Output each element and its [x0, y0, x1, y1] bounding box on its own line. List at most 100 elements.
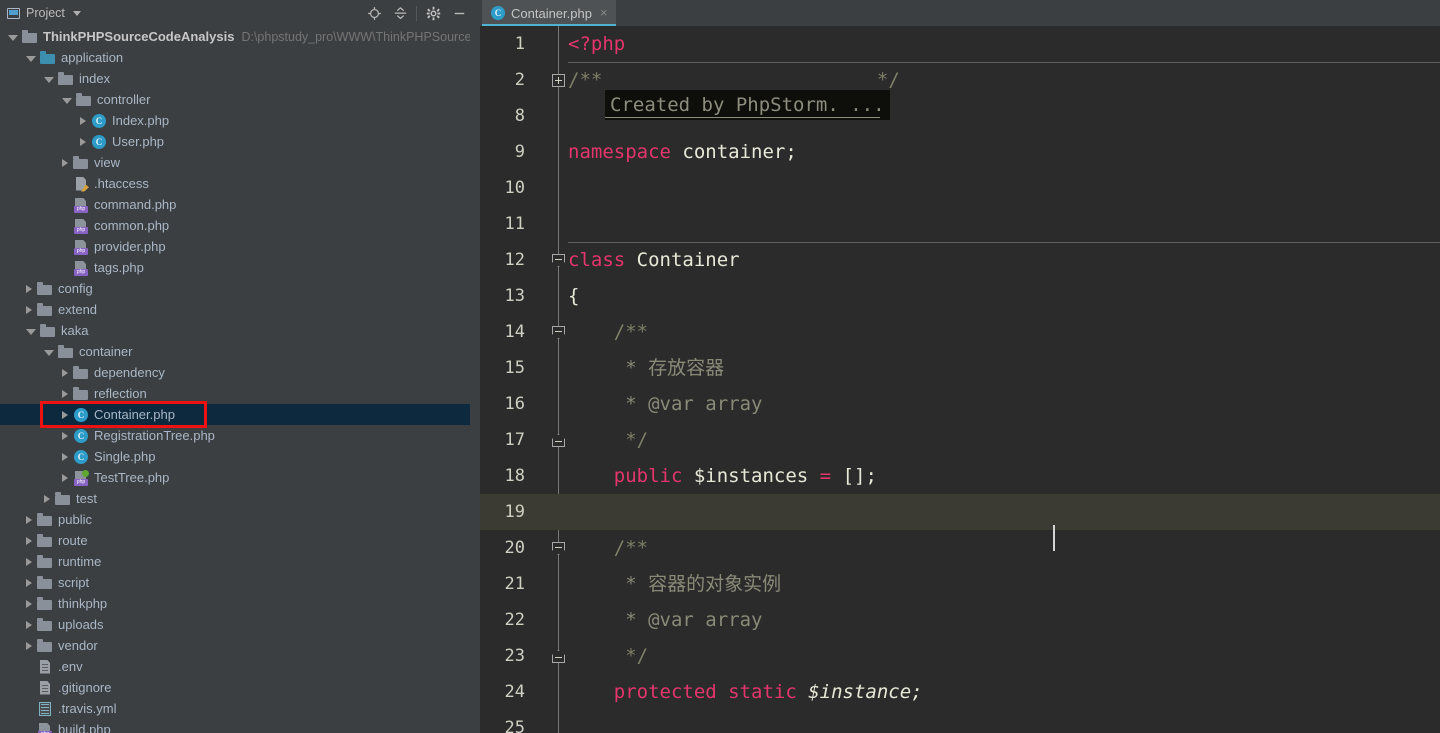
- tree-row[interactable]: php command.php: [0, 194, 470, 215]
- tree-row[interactable]: reflection: [0, 383, 470, 404]
- chevron-right-icon[interactable]: [26, 536, 32, 545]
- tree-row[interactable]: public: [0, 509, 470, 530]
- code-line[interactable]: 18 public $instances = [];: [480, 458, 1440, 494]
- tree-row-selected[interactable]: C Container.php: [0, 404, 470, 425]
- code-line[interactable]: 25: [480, 710, 1440, 733]
- code-line[interactable]: 1 <?php: [480, 26, 1440, 62]
- tree-row[interactable]: kaka: [0, 320, 470, 341]
- chevron-down-icon[interactable]: [26, 55, 36, 62]
- code-line[interactable]: 15 * 存放容器: [480, 350, 1440, 386]
- code-line[interactable]: 12 class Container: [480, 242, 1440, 278]
- fold-toggle-icon[interactable]: [552, 326, 565, 339]
- chevron-right-icon[interactable]: [26, 515, 32, 524]
- tree-row[interactable]: php tags.php: [0, 257, 470, 278]
- project-file-tree[interactable]: ThinkPHPSourceCodeAnalysis D:\phpstudy_pr…: [0, 26, 470, 733]
- tree-row[interactable]: ThinkPHPSourceCodeAnalysis D:\phpstudy_pr…: [0, 26, 470, 47]
- tree-row[interactable]: C Single.php: [0, 446, 470, 467]
- close-icon[interactable]: ×: [600, 6, 608, 20]
- tree-row[interactable]: extend: [0, 299, 470, 320]
- chevron-right-icon[interactable]: [26, 578, 32, 587]
- tree-row[interactable]: application: [0, 47, 470, 68]
- tree-row[interactable]: test: [0, 488, 470, 509]
- folded-region-placeholder[interactable]: Created by PhpStorm. ...: [605, 90, 890, 120]
- settings-gear-icon[interactable]: [420, 1, 446, 25]
- tree-row[interactable]: php common.php: [0, 215, 470, 236]
- chevron-right-icon[interactable]: [62, 452, 68, 461]
- fold-toggle-icon[interactable]: [552, 74, 565, 87]
- tree-row[interactable]: php build.php: [0, 719, 470, 733]
- fold-toggle-icon[interactable]: [552, 650, 565, 663]
- tree-row[interactable]: C User.php: [0, 131, 470, 152]
- collapse-all-icon[interactable]: [387, 1, 413, 25]
- chevron-down-icon[interactable]: [8, 34, 18, 41]
- code-line[interactable]: 9 namespace container;: [480, 134, 1440, 170]
- tree-row[interactable]: C Index.php: [0, 110, 470, 131]
- tree-row[interactable]: route: [0, 530, 470, 551]
- chevron-down-icon[interactable]: [26, 328, 36, 335]
- chevron-right-icon[interactable]: [26, 620, 32, 629]
- code-line[interactable]: 14 /**: [480, 314, 1440, 350]
- code-line[interactable]: 13 {: [480, 278, 1440, 314]
- chevron-right-icon[interactable]: [62, 473, 68, 482]
- chevron-down-icon[interactable]: [44, 349, 54, 356]
- tree-row[interactable]: uploads: [0, 614, 470, 635]
- line-number: 21: [504, 574, 525, 594]
- code-line[interactable]: 10: [480, 170, 1440, 206]
- tree-row[interactable]: .travis.yml: [0, 698, 470, 719]
- chevron-right-icon[interactable]: [44, 494, 50, 503]
- code-viewport[interactable]: 1 <?php 2 /** */ 8 9 namespace container; 10 11 1…: [480, 26, 1440, 733]
- tree-row[interactable]: dependency: [0, 362, 470, 383]
- tree-row[interactable]: config: [0, 278, 470, 299]
- chevron-right-icon[interactable]: [26, 305, 32, 314]
- tree-row[interactable]: index: [0, 68, 470, 89]
- locate-target-icon[interactable]: [361, 1, 387, 25]
- folder-icon: [37, 512, 53, 528]
- code-line-current[interactable]: 19: [480, 494, 1440, 530]
- chevron-right-icon[interactable]: [62, 389, 68, 398]
- tree-row[interactable]: .gitignore: [0, 677, 470, 698]
- chevron-right-icon[interactable]: [62, 158, 68, 167]
- code-token: * 存放容器: [568, 357, 725, 379]
- editor-tab-container-php[interactable]: C Container.php ×: [482, 0, 616, 26]
- code-line[interactable]: 11: [480, 206, 1440, 242]
- code-line[interactable]: 24 protected static $instance;: [480, 674, 1440, 710]
- fold-toggle-icon[interactable]: [552, 542, 565, 555]
- chevron-right-icon[interactable]: [26, 557, 32, 566]
- fold-toggle-icon[interactable]: [552, 434, 565, 447]
- project-scrollbar-track[interactable]: [470, 26, 948, 733]
- tree-row[interactable]: .env: [0, 656, 470, 677]
- tree-row[interactable]: thinkphp: [0, 593, 470, 614]
- tree-row[interactable]: php TestTree.php: [0, 467, 470, 488]
- tree-row[interactable]: view: [0, 152, 470, 173]
- code-line[interactable]: 22 * @var array: [480, 602, 1440, 638]
- tree-row[interactable]: controller: [0, 89, 470, 110]
- minimize-icon[interactable]: [446, 1, 472, 25]
- code-line[interactable]: 21 * 容器的对象实例: [480, 566, 1440, 602]
- chevron-right-icon[interactable]: [62, 410, 68, 419]
- chevron-right-icon[interactable]: [62, 368, 68, 377]
- tree-row-label: controller: [97, 91, 151, 107]
- chevron-down-icon[interactable]: [72, 10, 81, 16]
- tree-row[interactable]: runtime: [0, 551, 470, 572]
- tree-row[interactable]: C RegistrationTree.php: [0, 425, 470, 446]
- chevron-right-icon[interactable]: [80, 116, 86, 125]
- tree-row[interactable]: .htaccess: [0, 173, 470, 194]
- chevron-down-icon[interactable]: [62, 97, 72, 104]
- code-line[interactable]: 23 */: [480, 638, 1440, 674]
- chevron-down-icon[interactable]: [44, 76, 54, 83]
- chevron-right-icon[interactable]: [62, 431, 68, 440]
- tree-row[interactable]: container: [0, 341, 470, 362]
- tree-row[interactable]: script: [0, 572, 470, 593]
- code-line[interactable]: 16 * @var array: [480, 386, 1440, 422]
- fold-toggle-icon[interactable]: [552, 254, 565, 267]
- tree-row[interactable]: vendor: [0, 635, 470, 656]
- chevron-right-icon[interactable]: [26, 641, 32, 650]
- chevron-right-icon[interactable]: [80, 137, 86, 146]
- code-line[interactable]: 17 */: [480, 422, 1440, 458]
- chevron-right-icon[interactable]: [26, 284, 32, 293]
- code-token: */: [568, 645, 649, 667]
- code-line[interactable]: 20 /**: [480, 530, 1440, 566]
- project-title-group[interactable]: Project: [0, 6, 361, 20]
- chevron-right-icon[interactable]: [26, 599, 32, 608]
- tree-row[interactable]: php provider.php: [0, 236, 470, 257]
